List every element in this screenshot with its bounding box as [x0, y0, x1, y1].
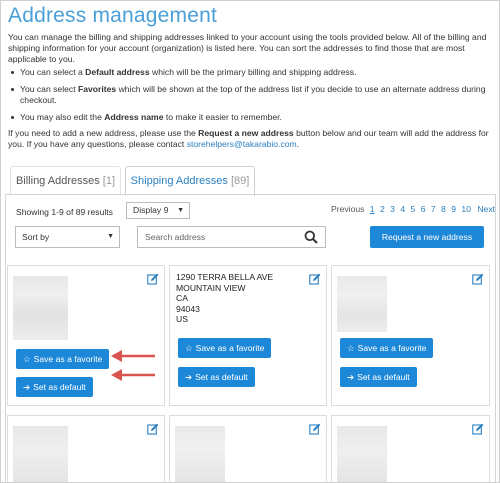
edit-icon[interactable] — [147, 423, 159, 435]
edit-icon[interactable] — [309, 423, 321, 435]
bullet-address-name: You may also edit the Address name to ma… — [8, 112, 494, 123]
edit-icon[interactable] — [309, 273, 321, 285]
address-line: 1290 TERRA BELLA AVE — [176, 272, 274, 282]
address-line: 94043 — [176, 303, 200, 314]
address-card — [331, 415, 490, 482]
arrow-right-icon: ➔ — [185, 372, 193, 382]
pager-previous[interactable]: Previous — [331, 204, 364, 214]
address-management-page: Address management You can manage the bi… — [0, 0, 500, 483]
bullet-default: You can select a Default address which w… — [8, 67, 494, 78]
address-block: 1290 TERRA BELLA AVE MOUNTAIN VIEW CA 94… — [176, 272, 273, 325]
pagination: Previous 1 2 3 4 5 6 7 8 9 10 Next — [331, 204, 495, 214]
pager-page[interactable]: 5 — [411, 204, 416, 214]
redacted-address — [175, 426, 225, 482]
set-default-button[interactable]: ➔ Set as default — [178, 367, 255, 387]
address-card: ☆ Save as a favorite ➔ Set as default — [331, 265, 490, 406]
redacted-address — [337, 426, 387, 482]
address-card — [7, 415, 165, 482]
support-email-link[interactable]: storehelpers@takarabio.com — [187, 139, 297, 149]
redacted-address — [337, 276, 387, 332]
pager-page[interactable]: 8 — [441, 204, 446, 214]
pager-page[interactable]: 4 — [400, 204, 405, 214]
request-new-address-button[interactable]: Request a new address — [370, 226, 484, 248]
pager-page[interactable]: 3 — [390, 204, 395, 214]
feature-list: You can select a Default address which w… — [8, 67, 494, 129]
intro-text: You can manage the billing and shipping … — [8, 32, 487, 64]
address-line: US — [176, 314, 188, 324]
edit-icon[interactable] — [472, 423, 484, 435]
tab-shipping-addresses[interactable]: Shipping Addresses [89] — [125, 166, 255, 196]
annotation-arrow-icon — [111, 350, 155, 362]
bullet-favorites: You can select Favorites which will be s… — [8, 84, 494, 106]
pager-page[interactable]: 7 — [431, 204, 436, 214]
pager-page[interactable]: 6 — [421, 204, 426, 214]
address-card: 1290 TERRA BELLA AVE MOUNTAIN VIEW CA 94… — [169, 265, 327, 406]
pager-page[interactable]: 2 — [380, 204, 385, 214]
pager-next[interactable]: Next — [477, 204, 495, 214]
redacted-address — [13, 276, 68, 340]
star-icon: ☆ — [347, 343, 355, 353]
save-favorite-button[interactable]: ☆ Save as a favorite — [178, 338, 272, 358]
chevron-down-icon: ▼ — [177, 207, 184, 214]
redacted-address — [13, 426, 68, 482]
search-input[interactable] — [137, 226, 326, 248]
save-favorite-button[interactable]: ☆ Save as a favorite — [16, 349, 110, 369]
results-count: Showing 1-9 of 89 results — [16, 207, 113, 217]
search-icon[interactable] — [304, 230, 318, 244]
chevron-down-icon: ▼ — [107, 233, 114, 240]
star-icon: ☆ — [185, 343, 193, 353]
annotation-arrow-icon — [111, 369, 155, 381]
sort-select[interactable]: Sort by ▼ — [15, 226, 120, 248]
edit-icon[interactable] — [472, 273, 484, 285]
arrow-right-icon: ➔ — [23, 382, 31, 392]
arrow-right-icon: ➔ — [347, 372, 355, 382]
tab-billing-addresses[interactable]: Billing Addresses [1] — [10, 166, 121, 194]
address-line: CA — [176, 293, 188, 303]
set-default-button[interactable]: ➔ Set as default — [16, 377, 93, 397]
save-favorite-button[interactable]: ☆ Save as a favorite — [340, 338, 434, 358]
pager-page[interactable]: 10 — [461, 204, 471, 214]
request-info-text: If you need to add a new address, please… — [8, 128, 489, 149]
star-icon: ☆ — [23, 354, 31, 364]
page-title: Address management — [8, 4, 218, 27]
set-default-button[interactable]: ➔ Set as default — [340, 367, 417, 387]
pager-page[interactable]: 9 — [451, 204, 456, 214]
address-card — [169, 415, 327, 482]
address-line: MOUNTAIN VIEW — [176, 282, 246, 293]
display-select[interactable]: Display 9 ▼ — [126, 202, 190, 219]
edit-icon[interactable] — [147, 273, 159, 285]
pager-page[interactable]: 1 — [370, 204, 375, 214]
